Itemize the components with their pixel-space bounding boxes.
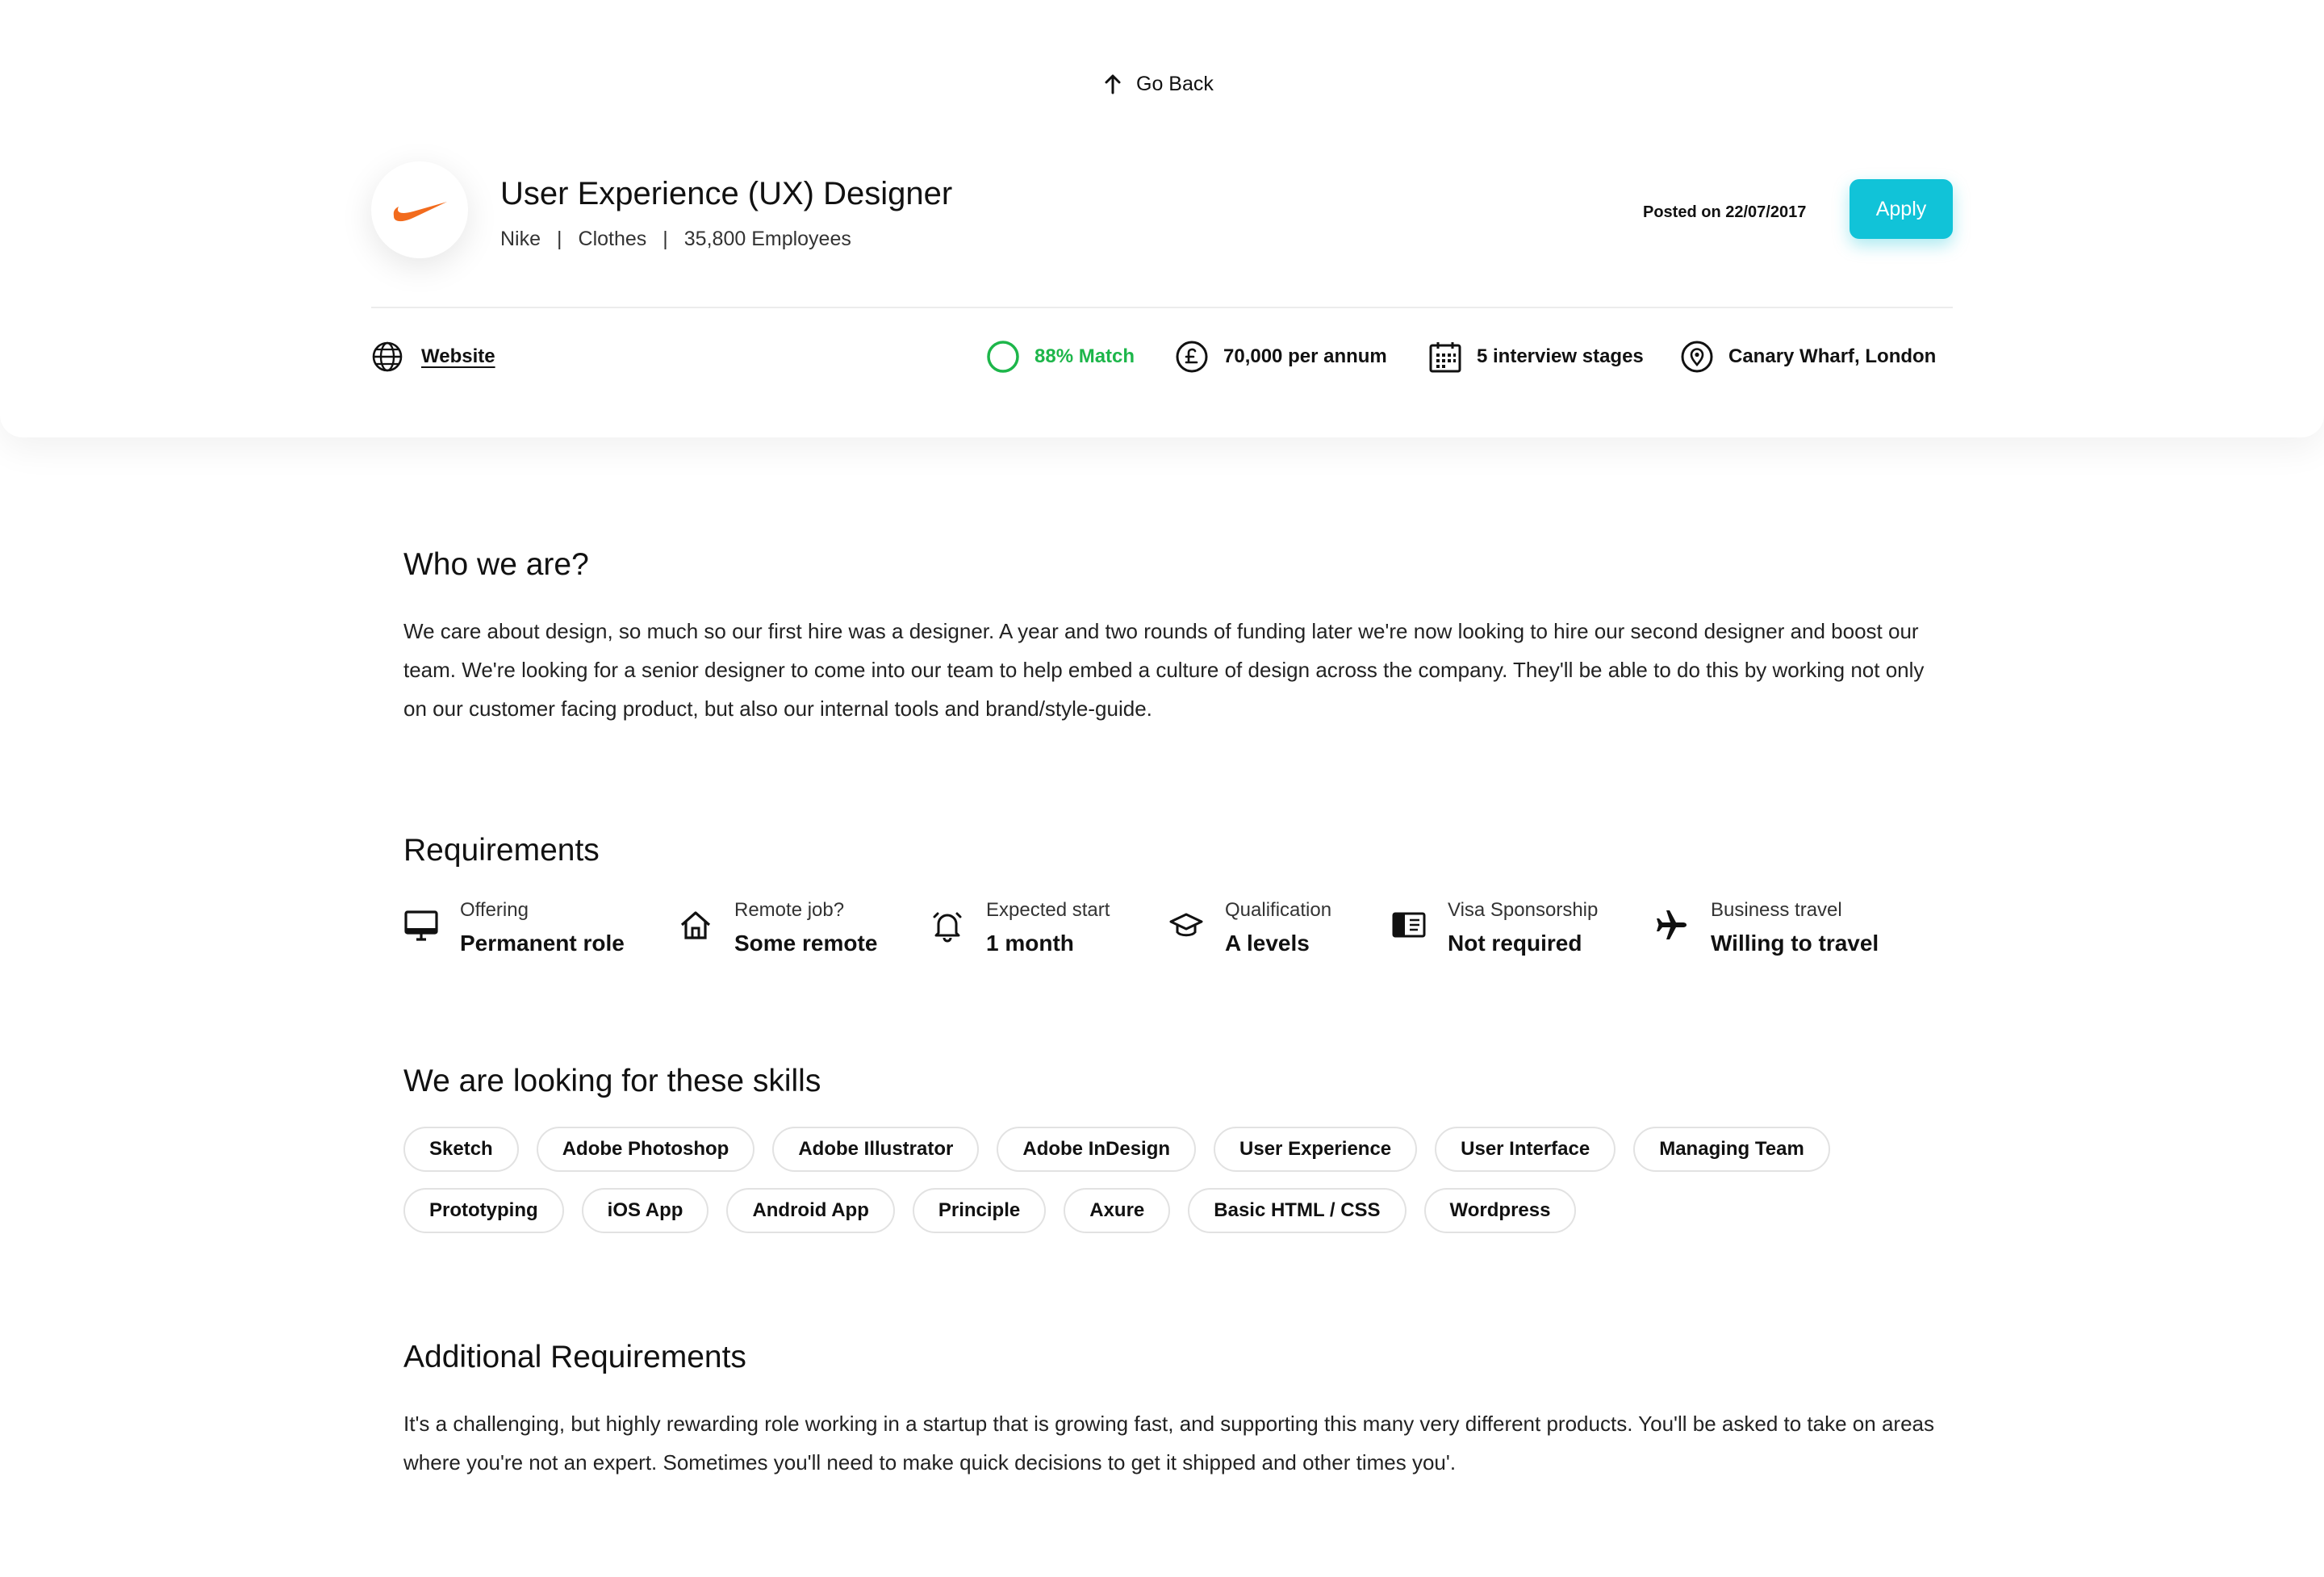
skill-tag[interactable]: Managing Team [1633, 1127, 1830, 1172]
nike-swoosh-icon [393, 202, 447, 222]
requirement-label: Visa Sponsorship [1448, 899, 1599, 921]
requirement-value: Some remote [734, 931, 878, 956]
skill-tag[interactable]: User Experience [1214, 1127, 1418, 1172]
requirement-value: Willing to travel [1711, 931, 1879, 956]
home-icon [680, 911, 711, 939]
skill-tag[interactable]: Prototyping [403, 1188, 564, 1233]
match-score-label: 88% Match [1035, 345, 1135, 367]
skill-tag[interactable]: Adobe InDesign [997, 1127, 1197, 1172]
requirement-value: 1 month [986, 931, 1074, 956]
requirement-value: Not required [1448, 931, 1582, 956]
bell-icon [933, 912, 962, 943]
job-detail-page: Go Back User Experience (UX) Designer Ni… [0, 0, 2324, 1577]
match-score: 88% Match [986, 339, 1135, 374]
skill-tag[interactable]: Wordpress [1423, 1188, 1577, 1233]
salary-label: 70,000 per annum [1223, 345, 1387, 367]
additional-requirements-heading: Additional Requirements [403, 1340, 746, 1374]
company-employees: 35,800 Employees [683, 228, 851, 250]
graduation-cap-icon [1169, 913, 1203, 937]
company-industry: Clothes [578, 228, 647, 250]
additional-requirements-text: It's a challenging, but highly rewarding… [403, 1412, 1934, 1475]
go-back-label: Go Back [1136, 72, 1214, 95]
skills-list: Sketch Adobe Photoshop Adobe Illustrator… [403, 1127, 1937, 1249]
website-link[interactable]: Website [421, 345, 495, 368]
skill-tag[interactable]: Sketch [403, 1127, 519, 1172]
interview-stages: 5 interview stages [1428, 339, 1644, 374]
job-header-card: Go Back User Experience (UX) Designer Ni… [0, 0, 2324, 437]
monitor-icon [404, 910, 438, 941]
skill-tag[interactable]: iOS App [581, 1188, 709, 1233]
skills-heading: We are looking for these skills [403, 1064, 821, 1098]
job-title: User Experience (UX) Designer [500, 176, 953, 211]
arrow-up-icon [1105, 74, 1121, 94]
requirement-value: A levels [1225, 931, 1310, 956]
airplane-icon [1657, 910, 1687, 939]
meta-separator: | [663, 228, 668, 250]
company-name: Nike [500, 228, 541, 250]
location: Canary Wharf, London [1680, 339, 1936, 374]
requirements-heading: Requirements [403, 833, 600, 868]
skill-tag[interactable]: Basic HTML / CSS [1188, 1188, 1407, 1233]
header-divider [371, 307, 1953, 308]
requirement-label: Offering [460, 899, 529, 921]
pound-coin-icon [1176, 341, 1208, 373]
skill-tag[interactable]: User Interface [1435, 1127, 1616, 1172]
who-we-are-heading: Who we are? [403, 547, 589, 582]
requirement-label: Qualification [1225, 899, 1332, 921]
skill-tag[interactable]: Axure [1064, 1188, 1171, 1233]
globe-icon [372, 341, 403, 372]
meta-separator: | [557, 228, 562, 250]
requirement-value: Permanent role [460, 931, 625, 956]
apply-button[interactable]: Apply [1850, 179, 1953, 239]
company-meta: Nike | Clothes | 35,800 Employees [500, 224, 851, 253]
location-pin-icon [1681, 341, 1713, 373]
skill-tag[interactable]: Adobe Photoshop [536, 1127, 755, 1172]
go-back-link[interactable]: Go Back [1104, 68, 1214, 100]
who-we-are-text: We care about design, so much so our fir… [403, 619, 1925, 721]
interview-stages-label: 5 interview stages [1477, 345, 1644, 367]
website-link-group: Website [371, 339, 495, 374]
salary: 70,000 per annum [1175, 339, 1387, 374]
skill-tag[interactable]: Adobe Illustrator [772, 1127, 980, 1172]
match-ring-icon [987, 341, 1019, 373]
skills-row: Sketch Adobe Photoshop Adobe Illustrator… [403, 1127, 1937, 1172]
calendar-icon [1429, 342, 1461, 373]
company-logo [371, 161, 468, 258]
requirement-label: Remote job? [734, 899, 845, 921]
posted-date: Posted on 22/07/2017 [1643, 203, 1807, 221]
requirement-label: Expected start [986, 899, 1110, 921]
skill-tag[interactable]: Principle [912, 1188, 1047, 1233]
requirement-label: Business travel [1711, 899, 1842, 921]
location-label: Canary Wharf, London [1728, 345, 1937, 367]
skill-tag[interactable]: Android App [726, 1188, 895, 1233]
skills-row: Prototyping iOS App Android App Principl… [403, 1188, 1937, 1233]
passport-icon [1392, 912, 1426, 938]
